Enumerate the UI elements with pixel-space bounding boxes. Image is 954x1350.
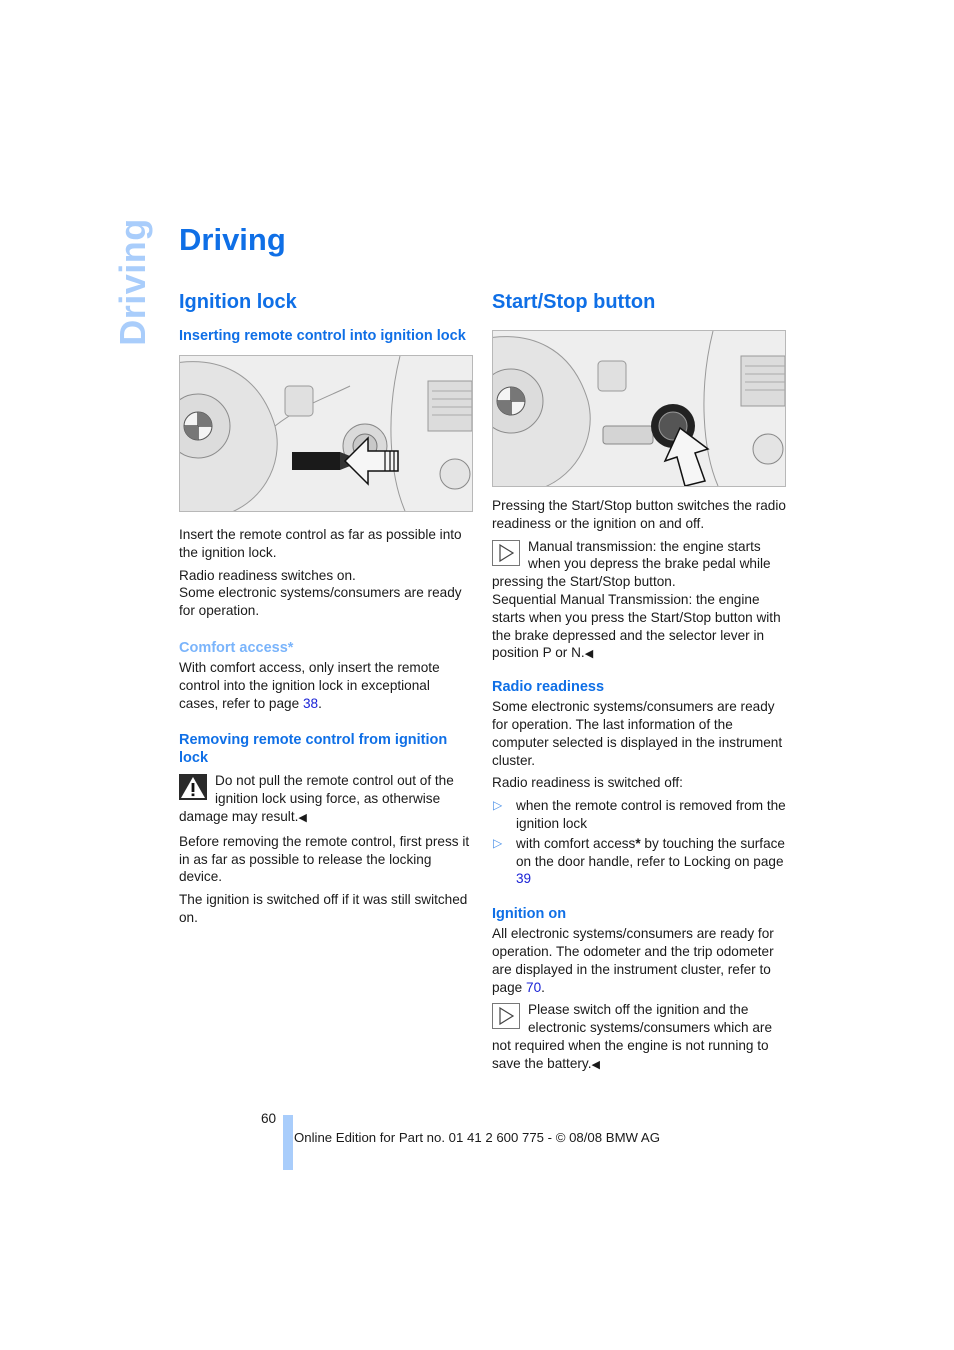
subheading-comfort-access: Comfort access* <box>179 639 294 656</box>
bullet-arrow-icon: ▷ <box>493 835 503 850</box>
insert-instruction: Insert the remote control as far as poss… <box>179 527 462 560</box>
note-arrow-icon <box>492 539 520 566</box>
ignition-lock-illustration <box>179 355 473 512</box>
page-link-39[interactable]: 39 <box>516 871 531 886</box>
start-stop-description: Pressing the Start/Stop button switches … <box>492 498 786 531</box>
ignition-off-text: The ignition is switched off if it was s… <box>179 892 468 925</box>
heading-ignition-lock: Ignition lock <box>179 291 297 313</box>
end-mark: ◀ <box>298 811 307 824</box>
bullet-arrow-icon: ▷ <box>493 798 503 813</box>
page-link-70[interactable]: 70 <box>526 980 541 995</box>
subheading-ignition-on: Ignition on <box>492 906 567 923</box>
page-number: 60 <box>261 1111 277 1126</box>
right-column: Start/Stop button Pressing the Start/Sto… <box>492 290 786 1080</box>
ignition-on-text: All electronic systems/consumers are rea… <box>492 926 774 995</box>
warning-note: Do not pull the remote control out of th… <box>179 773 454 824</box>
subheading-radio-readiness: Radio readiness <box>492 679 605 696</box>
left-column: Ignition lock Inserting remote control i… <box>179 290 473 932</box>
footer-edition-text: Online Edition for Part no. 01 41 2 600 … <box>294 1130 660 1145</box>
end-mark: ◀ <box>591 1058 600 1071</box>
comfort-access-text: With comfort access, only insert the rem… <box>179 659 440 711</box>
list-item: ▷ when the remote control is removed from… <box>493 798 786 831</box>
transmission-note: Manual transmission: the engine starts w… <box>492 538 781 661</box>
subheading-inserting: Inserting remote control into ignition l… <box>179 328 466 344</box>
radio-readiness-on: Radio readiness switches on. Some electro… <box>179 567 462 619</box>
warning-icon <box>179 774 207 801</box>
footer-accent-bar <box>283 1115 293 1170</box>
list-item: ▷ with comfort access* by touching the su… <box>493 835 785 887</box>
radio-off-list: ▷ when the remote control is removed from… <box>492 797 786 888</box>
radio-readiness-text: Some electronic systems/consumers are re… <box>492 699 783 768</box>
removing-instruction: Before removing the remote control, firs… <box>179 833 470 885</box>
start-stop-button-illustration <box>492 330 786 487</box>
page-title: Driving <box>179 222 286 257</box>
subheading-removing: Removing remote control from ignition lo… <box>179 732 448 767</box>
radio-readiness-off-text: Radio readiness is switched off: <box>492 775 683 791</box>
heading-start-stop: Start/Stop button <box>492 291 656 313</box>
note-arrow-icon <box>492 1003 520 1030</box>
section-side-tab: Driving <box>112 218 153 346</box>
page-link-38[interactable]: 38 <box>303 696 318 711</box>
end-mark: ◀ <box>584 648 594 661</box>
battery-note: Please switch off the ignition and the e… <box>492 1002 773 1071</box>
